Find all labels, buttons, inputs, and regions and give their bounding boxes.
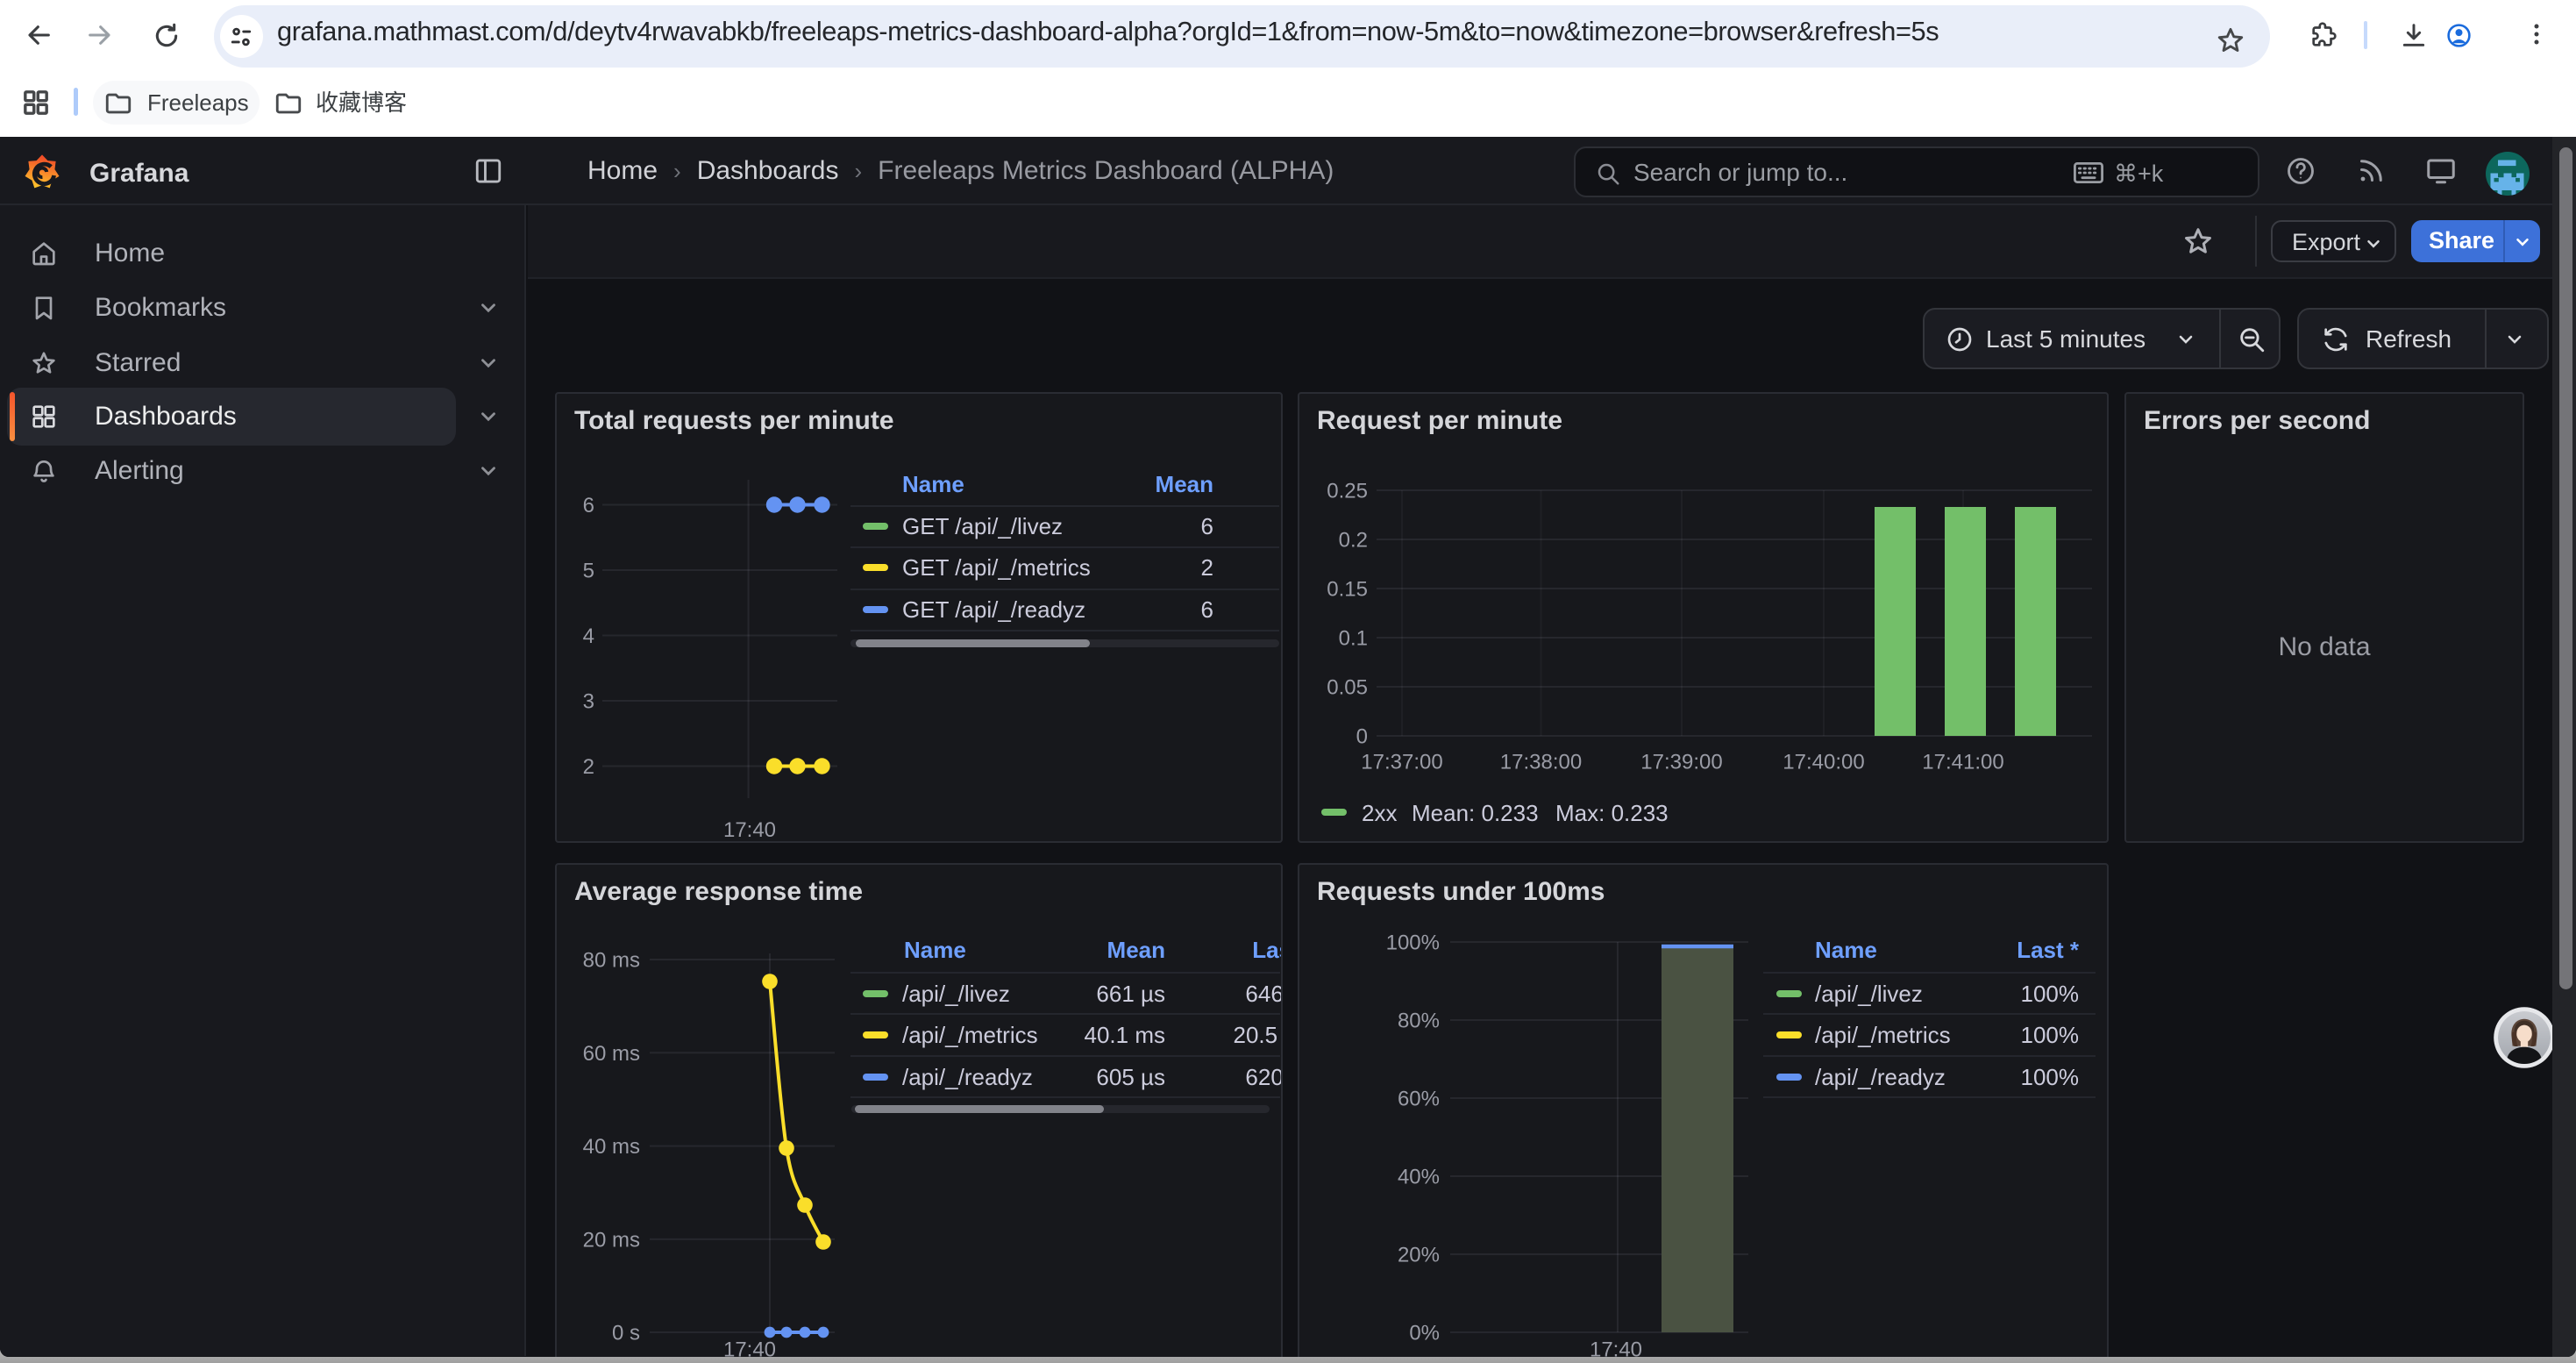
svg-text:20 ms: 20 ms [583,1228,640,1252]
svg-text:3: 3 [583,690,594,714]
svg-text:17:40: 17:40 [723,818,776,842]
svg-text:0.15: 0.15 [1327,578,1368,602]
svg-text:0.05: 0.05 [1327,676,1368,700]
svg-text:17:40:00: 17:40:00 [1783,751,1864,774]
svg-text:17:38:00: 17:38:00 [1500,751,1582,774]
svg-text:17:40: 17:40 [1590,1338,1642,1357]
svg-text:40%: 40% [1398,1166,1440,1189]
svg-text:0.2: 0.2 [1339,529,1368,553]
svg-text:0%: 0% [1409,1322,1440,1345]
svg-text:60%: 60% [1398,1088,1440,1111]
svg-text:0: 0 [1356,725,1368,749]
svg-text:4: 4 [583,624,594,648]
svg-text:5: 5 [583,560,594,583]
svg-text:0.25: 0.25 [1327,480,1368,503]
svg-text:20%: 20% [1398,1244,1440,1267]
svg-text:80 ms: 80 ms [583,949,640,973]
svg-text:17:39:00: 17:39:00 [1640,751,1722,774]
svg-text:2: 2 [583,755,594,779]
svg-text:100%: 100% [1386,931,1440,955]
svg-text:80%: 80% [1398,1010,1440,1033]
svg-text:6: 6 [583,494,594,517]
svg-text:0 s: 0 s [612,1322,640,1345]
svg-text:17:41:00: 17:41:00 [1922,751,2003,774]
svg-text:0.1: 0.1 [1339,627,1368,651]
svg-text:40 ms: 40 ms [583,1135,640,1159]
svg-text:17:40: 17:40 [723,1338,776,1357]
svg-text:17:37:00: 17:37:00 [1361,751,1442,774]
svg-text:60 ms: 60 ms [583,1042,640,1066]
